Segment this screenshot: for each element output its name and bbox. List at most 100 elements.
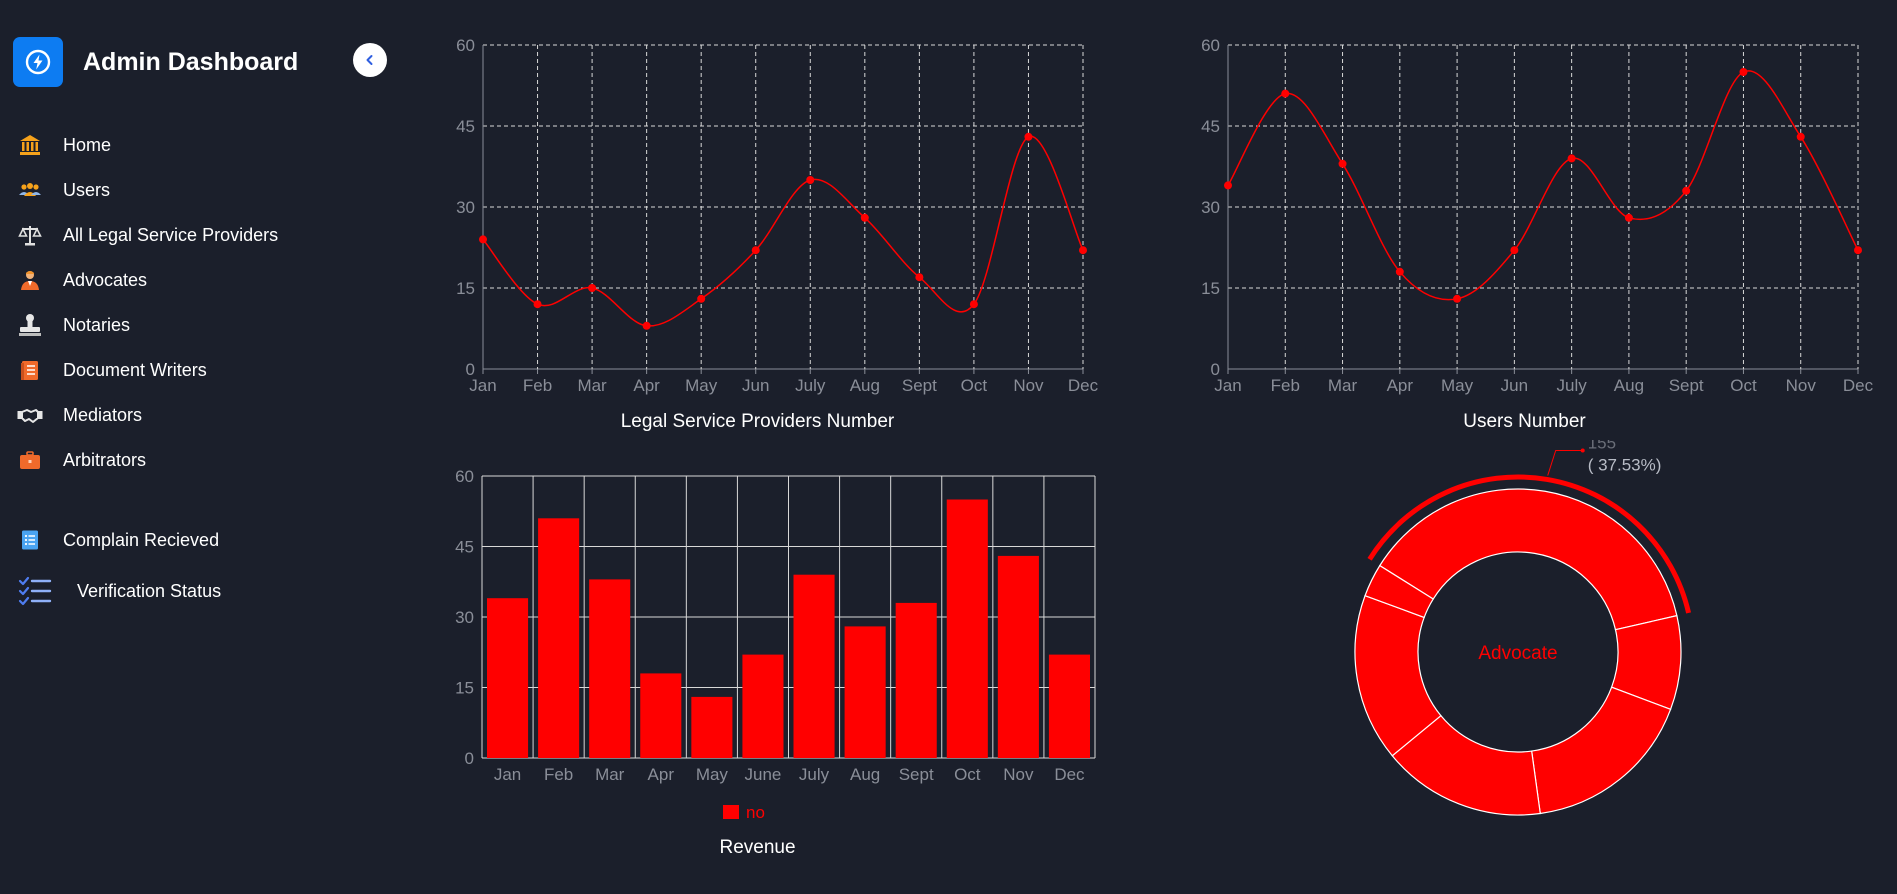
advocate-icon: [17, 267, 43, 293]
collapse-sidebar-button[interactable]: [353, 43, 387, 77]
brand: Admin Dashboard: [13, 37, 298, 87]
x-tick-label: May: [685, 376, 718, 395]
x-tick-label: Feb: [523, 376, 552, 395]
sidebar-item-all-legal-service-providers[interactable]: All Legal Service Providers: [17, 220, 278, 250]
data-point: [1510, 246, 1519, 255]
series-line: [1227, 70, 1859, 301]
x-tick-label: Nov: [1003, 765, 1034, 784]
x-tick-label: Nov: [1786, 376, 1817, 395]
data-point: [642, 321, 651, 330]
bar: [640, 673, 682, 758]
advocate-donut-chart: 155 ( 37.53%) Advocate: [1354, 440, 1692, 816]
y-tick-label: 15: [455, 679, 474, 698]
x-tick-label: July: [799, 765, 830, 784]
legend-swatch: [723, 805, 739, 819]
data-point: [860, 213, 869, 222]
data-point: [697, 294, 706, 303]
data-point: [915, 273, 924, 282]
users-icon: [17, 177, 43, 203]
data-point: [1739, 68, 1748, 76]
callout-line: [1547, 449, 1583, 476]
sidebar-item-users[interactable]: Users: [17, 175, 110, 205]
x-tick-label: Jun: [742, 376, 769, 395]
list-icon: [17, 527, 43, 553]
y-tick-label: 30: [1201, 198, 1220, 217]
y-tick-label: 30: [455, 608, 474, 627]
document-icon: [17, 357, 43, 383]
brand-logo-icon: [13, 37, 63, 87]
x-tick-label: Mar: [595, 765, 625, 784]
x-tick-label: Dec: [1843, 376, 1874, 395]
sidebar-item-advocates[interactable]: Advocates: [17, 265, 147, 295]
sidebar-item-label: Complain Recieved: [63, 529, 220, 550]
sidebar: Admin Dashboard Home Users All Legal Ser…: [0, 0, 400, 894]
x-tick-label: Jun: [1501, 376, 1528, 395]
x-tick-label: Dec: [1068, 376, 1099, 395]
users-chart-title: Users Number: [1463, 411, 1586, 432]
data-point: [1281, 89, 1290, 98]
sidebar-item-complain-recieved[interactable]: Complain Recieved: [17, 525, 219, 555]
revenue-bar-chart: 0 15 30 45 60 Jan Feb Mar Apr May June July Aug Sept O…: [455, 467, 1096, 822]
x-tick-label: Apr: [633, 376, 660, 395]
x-tick-label: Oct: [954, 765, 981, 784]
x-tick-label: Jan: [1214, 376, 1241, 395]
bar: [1048, 654, 1090, 758]
data-point: [1338, 159, 1347, 168]
y-tick-label: 45: [1201, 117, 1220, 136]
data-point: [1395, 267, 1404, 276]
y-tick-label: 45: [456, 117, 475, 136]
y-tick-label: 60: [455, 467, 474, 486]
y-tick-label: 45: [455, 538, 474, 557]
bar: [691, 696, 733, 758]
x-tick-label: Mar: [577, 376, 607, 395]
users-line-chart: 015304560Jan Feb Mar Apr May Jun July Aug Sept Oc…: [1201, 36, 1874, 395]
sidebar-item-home[interactable]: Home: [17, 130, 111, 160]
handshake-icon: [17, 402, 43, 428]
sidebar-item-label: Advocates: [63, 269, 148, 290]
x-tick-label: Sept: [902, 376, 937, 395]
x-tick-label: Aug: [1614, 376, 1644, 395]
x-tick-label: May: [1441, 376, 1474, 395]
data-point: [479, 235, 487, 244]
donut-center-label: Advocate: [1478, 643, 1557, 664]
callout-percent: ( 37.53%): [1588, 455, 1662, 474]
x-tick-label: Sept: [899, 765, 934, 784]
bar: [589, 579, 631, 758]
y-tick-label: 15: [1201, 279, 1220, 298]
y-tick-label: 60: [456, 36, 475, 55]
bar: [793, 574, 835, 758]
brand-title: Admin Dashboard: [83, 47, 299, 76]
legal-service-providers-line-chart: 015304560Jan Feb Mar Apr May Jun July Aug Sept Oc…: [456, 36, 1099, 395]
donut-slice: [1530, 686, 1672, 815]
scales-icon: [17, 222, 43, 248]
sidebar-item-document-writers[interactable]: Document Writers: [17, 355, 207, 385]
chevron-left-icon: [366, 55, 373, 65]
bank-icon: [17, 132, 43, 158]
bar: [538, 518, 580, 758]
data-point: [806, 176, 815, 184]
sidebar-item-verification-status[interactable]: Verification Status: [17, 576, 221, 606]
x-tick-label: Jan: [469, 376, 496, 395]
callout-dot: [1580, 448, 1585, 453]
sidebar-item-mediators[interactable]: Mediators: [17, 400, 142, 430]
x-tick-label: May: [696, 765, 729, 784]
sidebar-item-label: Mediators: [63, 404, 143, 425]
sidebar-item-notaries[interactable]: Notaries: [17, 310, 130, 340]
data-point: [588, 284, 597, 292]
sidebar-item-label: Home: [63, 134, 112, 155]
data-point: [1567, 154, 1576, 163]
x-tick-label: Oct: [961, 376, 988, 395]
briefcase-icon: [17, 447, 43, 473]
legend-label: no: [746, 803, 765, 822]
checklist-icon: [17, 575, 53, 607]
bar: [844, 626, 886, 758]
y-tick-label: 30: [456, 198, 475, 217]
x-tick-label: Feb: [544, 765, 573, 784]
x-tick-label: June: [745, 765, 782, 784]
data-point: [1224, 181, 1232, 190]
x-tick-label: Aug: [850, 765, 880, 784]
data-point: [1453, 294, 1462, 303]
x-tick-label: Mar: [1328, 376, 1358, 395]
sidebar-item-label: All Legal Service Providers: [63, 224, 279, 245]
sidebar-item-arbitrators[interactable]: Arbitrators: [17, 445, 146, 475]
